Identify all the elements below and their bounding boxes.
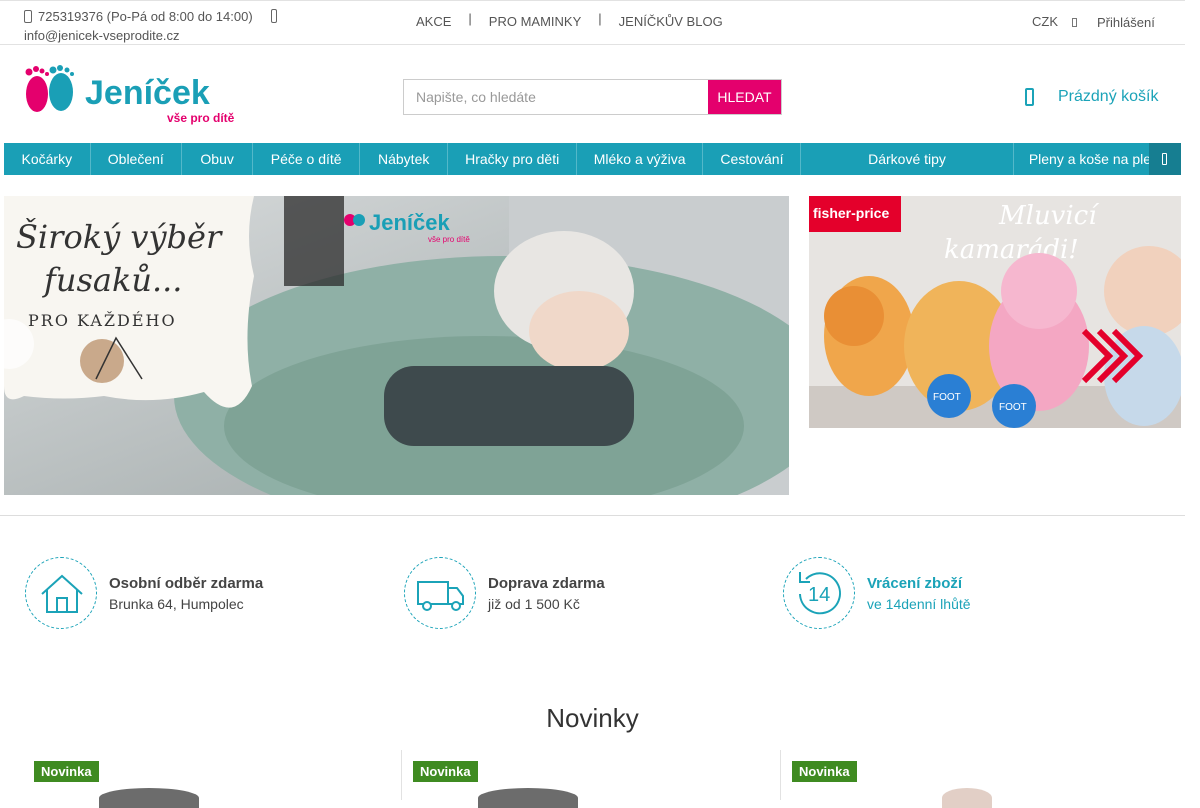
hero-line-3: PRO KAŽDÉHO	[28, 310, 177, 330]
product-thumbnail	[99, 788, 199, 808]
phone-icon	[24, 10, 32, 23]
top-nav: AKCE | PRO MAMINKY | JENÍČKŮV BLOG	[416, 11, 723, 29]
benefit-title: Doprava zdarma	[488, 575, 605, 592]
cart-icon	[1025, 88, 1034, 106]
nav-item-obuv[interactable]: Obuv	[182, 143, 254, 175]
benefit-title: Osobní odběr zdarma	[109, 575, 264, 592]
email-link[interactable]: info@jenicek-vseprodite.cz	[24, 25, 304, 47]
contact-info: 725319376 (Po-Pá od 8:00 do 14:00) info@…	[24, 6, 304, 47]
benefit-subtitle: Brunka 64, Humpolec	[109, 596, 244, 612]
top-link-akce[interactable]: AKCE	[416, 14, 451, 29]
benefit-title[interactable]: Vrácení zboží	[867, 575, 962, 592]
new-badge: Novinka	[34, 761, 99, 782]
nav-item-cestovani[interactable]: Cestování	[703, 143, 802, 175]
product-thumbnail	[942, 788, 992, 808]
new-badge: Novinka	[413, 761, 478, 782]
cart-label: Prázdný košík	[1058, 88, 1159, 105]
card-divider	[780, 750, 781, 800]
hero-banner[interactable]: Široký výběr fusaků... PRO KAŽDÉHO Jeníč…	[4, 196, 789, 495]
product-card[interactable]: Novinka	[34, 750, 404, 808]
nav-item-kocarky[interactable]: Kočárky	[4, 143, 91, 175]
benefit-circle: 14	[783, 557, 855, 629]
benefit-returns[interactable]: 14 Vrácení zboží ve 14denní lhůtě	[783, 557, 1113, 629]
site-logo[interactable]: Jeníček vše pro dítě	[23, 64, 238, 126]
novinky-title: Novinky	[546, 703, 639, 733]
hero-logo-tagline: vše pro dítě	[428, 235, 470, 244]
nav-more-button[interactable]	[1149, 143, 1181, 175]
hero-line-2: fusaků...	[42, 261, 182, 299]
menu-icon	[1162, 153, 1167, 165]
nav-item-darkove[interactable]: Dárkové tipy	[801, 143, 1014, 175]
benefit-subtitle[interactable]: ve 14denní lhůtě	[867, 596, 971, 612]
return-14-icon: 14	[799, 572, 841, 615]
separator: |	[598, 11, 602, 26]
truck-icon	[417, 581, 464, 611]
benefit-pickup: Osobní odběr zdarma Brunka 64, Humpolec	[25, 557, 355, 629]
nav-item-nabytek[interactable]: Nábytek	[360, 143, 449, 175]
nav-item-obleceni[interactable]: Oblečení	[91, 143, 182, 175]
benefit-circle	[25, 557, 97, 629]
house-icon	[41, 574, 83, 613]
product-card[interactable]: Novinka	[401, 750, 783, 808]
hero-line-1: Široký výběr	[16, 218, 223, 256]
chevron-down-icon	[1072, 18, 1077, 27]
logo-text: Jeníček	[85, 74, 210, 112]
benefit-delivery: Doprava zdarma již od 1 500 Kč	[404, 557, 734, 629]
new-badge: Novinka	[792, 761, 857, 782]
login-link[interactable]: Přihlášení	[1097, 15, 1155, 30]
side-banner-image: fisher-price Mluvicí kamarádi! FOOT FOOT	[809, 196, 1181, 428]
nav-item-hracky[interactable]: Hračky pro děti	[448, 143, 577, 175]
foot-label-2: FOOT	[999, 402, 1027, 413]
separator: |	[468, 11, 472, 26]
search-bar: HLEDAT	[403, 79, 782, 115]
section-divider	[0, 515, 1185, 516]
email-icon	[270, 9, 277, 23]
top-bar: 725319376 (Po-Pá od 8:00 do 14:00) info@…	[0, 0, 1185, 45]
top-link-pro-maminky[interactable]: PRO MAMINKY	[489, 14, 581, 29]
currency-value: CZK	[1032, 14, 1058, 29]
benefit-subtitle: již od 1 500 Kč	[488, 596, 580, 612]
top-link-blog[interactable]: JENÍČKŮV BLOG	[619, 14, 723, 29]
benefit-circle	[404, 557, 476, 629]
fisher-price-brand: fisher-price	[813, 205, 889, 221]
search-input[interactable]	[404, 80, 708, 114]
phone-number[interactable]: 725319376 (Po-Pá od 8:00 do 14:00)	[38, 9, 253, 24]
card-divider	[401, 750, 402, 800]
side-banner[interactable]: fisher-price Mluvicí kamarádi! FOOT FOOT	[809, 196, 1181, 428]
hero-image: Široký výběr fusaků... PRO KAŽDÉHO Jeníč…	[4, 196, 789, 495]
cart-link[interactable]: Prázdný košík	[1025, 88, 1158, 106]
logo-tagline: vše pro dítě	[167, 111, 235, 125]
product-card[interactable]: Novinka	[780, 750, 1162, 808]
main-nav: Kočárky Oblečení Obuv Péče o dítě Nábyte…	[4, 143, 1181, 175]
product-thumbnail	[478, 788, 578, 808]
logo-feet-icon: Jeníček vše pro dítě	[25, 65, 235, 125]
search-button[interactable]: HLEDAT	[708, 80, 781, 114]
nav-item-pece[interactable]: Péče o dítě	[253, 143, 360, 175]
side-line-1: Mluvicí	[998, 201, 1100, 231]
currency-select[interactable]: CZK	[1032, 14, 1077, 29]
foot-label-1: FOOT	[933, 392, 961, 403]
hero-logo-name: Jeníček	[369, 210, 450, 235]
return-days-number: 14	[808, 584, 830, 606]
nav-item-mleko[interactable]: Mléko a výživa	[577, 143, 704, 175]
